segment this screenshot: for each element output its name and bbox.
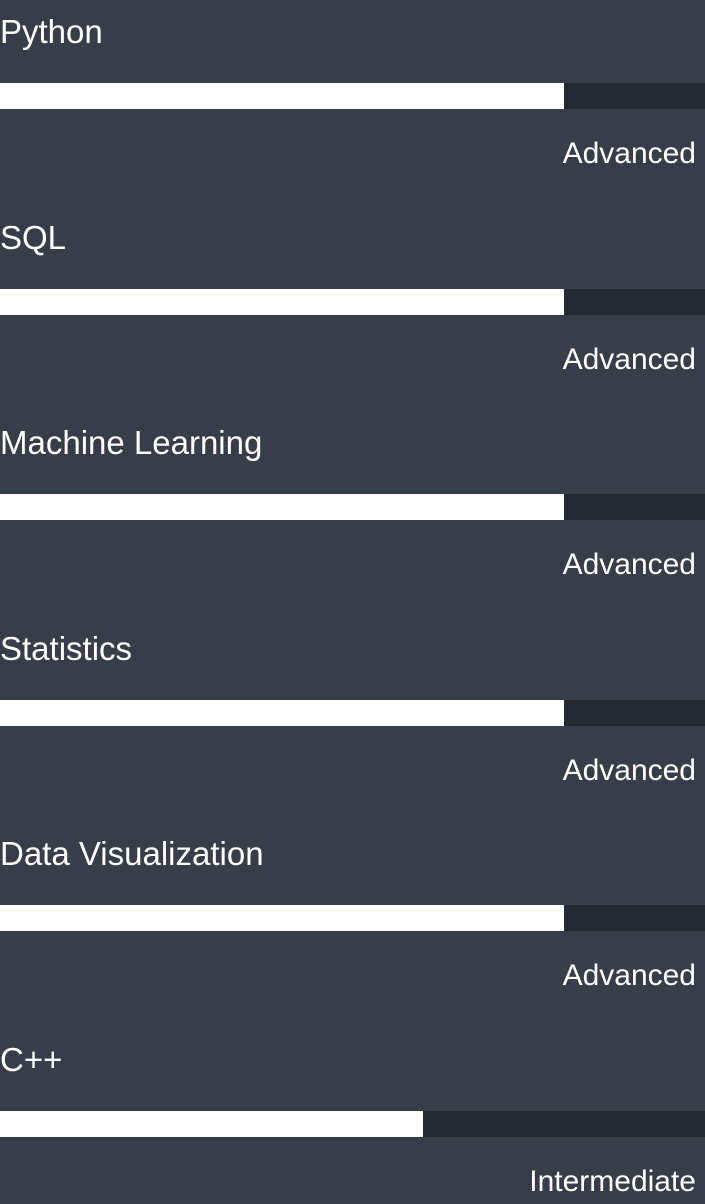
skill-progress-bar (0, 83, 705, 109)
skill-item-cpp: C++ Intermediate (0, 1028, 705, 1204)
skill-progress-bar (0, 905, 705, 931)
skills-list: Python Advanced SQL Advanced Machine Lea… (0, 0, 705, 1204)
skill-progress-fill (0, 288, 564, 315)
skill-name: Python (0, 13, 103, 50)
skill-progress-fill (0, 699, 564, 726)
skill-progress-fill (0, 494, 564, 520)
skill-name: Data Visualization (0, 835, 264, 872)
skill-level: Intermediate (529, 1164, 696, 1198)
skill-progress-bar (0, 288, 705, 315)
skill-name: C++ (0, 1040, 63, 1078)
skill-level: Advanced (562, 137, 696, 170)
skill-progress-bar (0, 494, 705, 520)
skill-progress-bar (0, 1110, 705, 1137)
skill-name: SQL (0, 218, 67, 256)
skill-progress-fill (0, 1110, 423, 1137)
skill-name: Machine Learning (0, 424, 263, 461)
skill-progress-fill (0, 905, 564, 931)
skill-level: Advanced (562, 753, 696, 787)
skill-name: Statistics (0, 629, 133, 667)
skill-level: Advanced (562, 342, 696, 376)
skill-level: Advanced (562, 548, 696, 581)
skill-level: Advanced (562, 959, 696, 992)
skill-item-data-visualization: Data Visualization Advanced (0, 822, 705, 1028)
skill-item-statistics: Statistics Advanced (0, 617, 705, 823)
skill-item-python: Python Advanced (0, 0, 705, 206)
skill-progress-fill (0, 83, 564, 109)
skill-progress-bar (0, 699, 705, 726)
skill-item-machine-learning: Machine Learning Advanced (0, 411, 705, 617)
skill-item-sql: SQL Advanced (0, 206, 705, 412)
